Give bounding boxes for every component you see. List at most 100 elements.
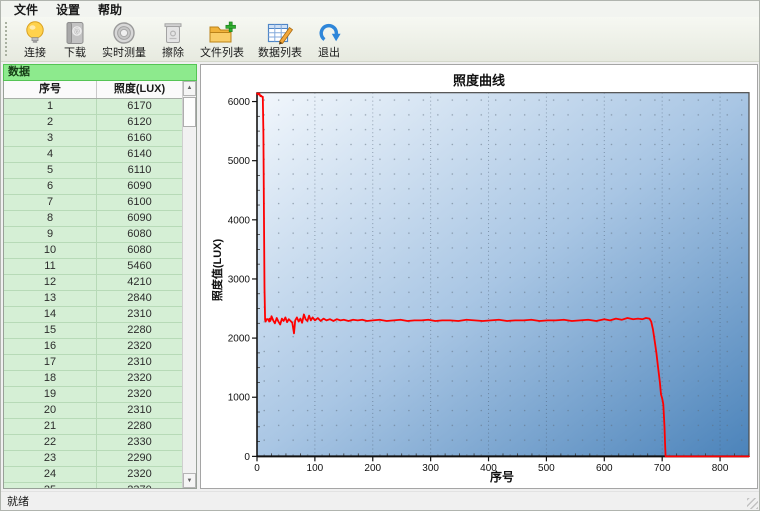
table-scrollbar[interactable]: ▲ ▼ — [182, 80, 196, 488]
trash-icon — [160, 20, 186, 46]
svg-text:3000: 3000 — [228, 274, 251, 285]
table-row[interactable]: 7 6100 — [4, 194, 182, 211]
table-row[interactable]: 12 4210 — [4, 274, 182, 291]
table-row[interactable]: 21 2280 — [4, 418, 182, 435]
serial-cell: 9 — [4, 226, 97, 242]
download-button[interactable]: @ 下载 — [55, 17, 95, 61]
serial-cell: 14 — [4, 306, 97, 322]
column-header-lux[interactable]: 照度(LUX) — [97, 81, 182, 98]
resize-grip[interactable] — [747, 498, 758, 509]
serial-cell: 5 — [4, 162, 97, 178]
serial-cell: 25 — [4, 482, 97, 488]
menu-help[interactable]: 帮助 — [89, 0, 131, 19]
lux-cell: 2310 — [127, 403, 152, 416]
table-row[interactable]: 5 6110 — [4, 162, 182, 179]
tool-button-label: 文件列表 — [200, 47, 244, 59]
tool-button-label: 数据列表 — [258, 47, 302, 59]
svg-text:400: 400 — [480, 463, 497, 474]
svg-text:600: 600 — [596, 463, 613, 474]
serial-cell: 7 — [4, 194, 97, 210]
table-row[interactable]: 10 6080 — [4, 242, 182, 259]
data-table-icon — [266, 20, 294, 46]
table-row[interactable]: 252370 — [4, 482, 182, 488]
exit-button[interactable]: 退出 — [309, 17, 349, 61]
table-row[interactable]: 14 2310 — [4, 306, 182, 323]
lux-cell: 6140 — [127, 147, 152, 160]
lux-cell: 2370 — [97, 483, 182, 488]
table-row[interactable]: 24 2320 — [4, 466, 182, 483]
serial-cell: 13 — [4, 290, 97, 306]
table-row[interactable]: 1 6170 — [4, 98, 182, 115]
tool-button-label: 连接 — [24, 47, 46, 59]
scrollbar-track[interactable] — [183, 128, 196, 473]
scrollbar-thumb[interactable] — [183, 96, 196, 127]
svg-text:4000: 4000 — [228, 215, 251, 226]
svg-text:800: 800 — [712, 463, 729, 474]
lux-cell: 4210 — [127, 275, 152, 288]
connect-button[interactable]: 连接 — [15, 17, 55, 61]
serial-cell: 10 — [4, 242, 97, 258]
toolbar-grip[interactable] — [5, 22, 10, 56]
serial-cell: 12 — [4, 274, 97, 290]
tool-button-label: 擦除 — [162, 47, 184, 59]
table-row[interactable]: 19 2320 — [4, 386, 182, 403]
serial-cell: 21 — [4, 418, 97, 434]
table-row[interactable]: 4 6140 — [4, 146, 182, 163]
table-row[interactable]: 23 2290 — [4, 450, 182, 467]
serial-cell: 22 — [4, 434, 97, 450]
lux-cell: 6120 — [127, 115, 152, 128]
serial-cell: 24 — [4, 466, 97, 482]
svg-text:1000: 1000 — [228, 393, 251, 404]
serial-cell: 11 — [4, 258, 97, 274]
table-header-row: 序号 照度(LUX) — [4, 80, 182, 99]
lux-cell: 2310 — [127, 307, 152, 320]
table-row[interactable]: 16 2320 — [4, 338, 182, 355]
lux-cell: 6100 — [127, 195, 152, 208]
table-row[interactable]: 9 6080 — [4, 226, 182, 243]
serial-cell: 6 — [4, 178, 97, 194]
tool-button-label: 退出 — [318, 47, 340, 59]
lux-cell: 2280 — [127, 419, 152, 432]
scroll-up-button[interactable]: ▲ — [183, 80, 196, 96]
menu-settings[interactable]: 设置 — [47, 0, 89, 19]
toolbar: 连接 @ 下载 实时测量 擦除 文件列表 数据列表 退出 — [1, 17, 759, 62]
serial-cell: 17 — [4, 354, 97, 370]
table-row[interactable]: 2 6120 — [4, 114, 182, 131]
scroll-down-button[interactable]: ▼ — [183, 473, 196, 488]
main-content: 数据 序号 照度(LUX) 1 6170 2 6120 3 6160 4 6140 5 6110 6… — [1, 62, 759, 491]
exit-arrow-icon — [316, 20, 342, 46]
table-row[interactable]: 15 2280 — [4, 322, 182, 339]
table-row[interactable]: 18 2320 — [4, 370, 182, 387]
table-row[interactable]: 17 2310 — [4, 354, 182, 371]
svg-text:100: 100 — [307, 463, 324, 474]
serial-cell: 8 — [4, 210, 97, 226]
erase-button[interactable]: 擦除 — [153, 17, 193, 61]
svg-text:2000: 2000 — [228, 334, 251, 345]
lux-cell: 2320 — [127, 387, 152, 400]
serial-cell: 2 — [4, 114, 97, 130]
status-text: 就绪 — [7, 496, 29, 508]
svg-text:300: 300 — [422, 463, 439, 474]
file-list-button[interactable]: 文件列表 — [193, 17, 251, 61]
realtime-measure-button[interactable]: 实时测量 — [95, 17, 153, 61]
lux-cell: 2320 — [127, 339, 152, 352]
table-row[interactable]: 6 6090 — [4, 178, 182, 195]
svg-text:500: 500 — [538, 463, 555, 474]
lux-cell: 6160 — [127, 131, 152, 144]
menu-file[interactable]: 文件 — [5, 0, 47, 19]
table-row[interactable]: 22 2330 — [4, 434, 182, 451]
lux-cell: 5460 — [127, 259, 152, 272]
table-row[interactable]: 3 6160 — [4, 130, 182, 147]
data-list-button[interactable]: 数据列表 — [251, 17, 309, 61]
svg-text:0: 0 — [254, 463, 260, 474]
serial-cell: 3 — [4, 130, 97, 146]
status-bar: 就绪 — [1, 491, 759, 510]
table-row[interactable]: 8 6090 — [4, 210, 182, 227]
data-panel-title: 数据 — [3, 64, 197, 81]
table-row[interactable]: 20 2310 — [4, 402, 182, 419]
table-row[interactable]: 11 5460 — [4, 258, 182, 275]
table-row[interactable]: 13 2840 — [4, 290, 182, 307]
column-header-serial[interactable]: 序号 — [4, 80, 97, 98]
svg-text:0: 0 — [244, 452, 250, 463]
lux-cell: 6110 — [127, 163, 152, 176]
